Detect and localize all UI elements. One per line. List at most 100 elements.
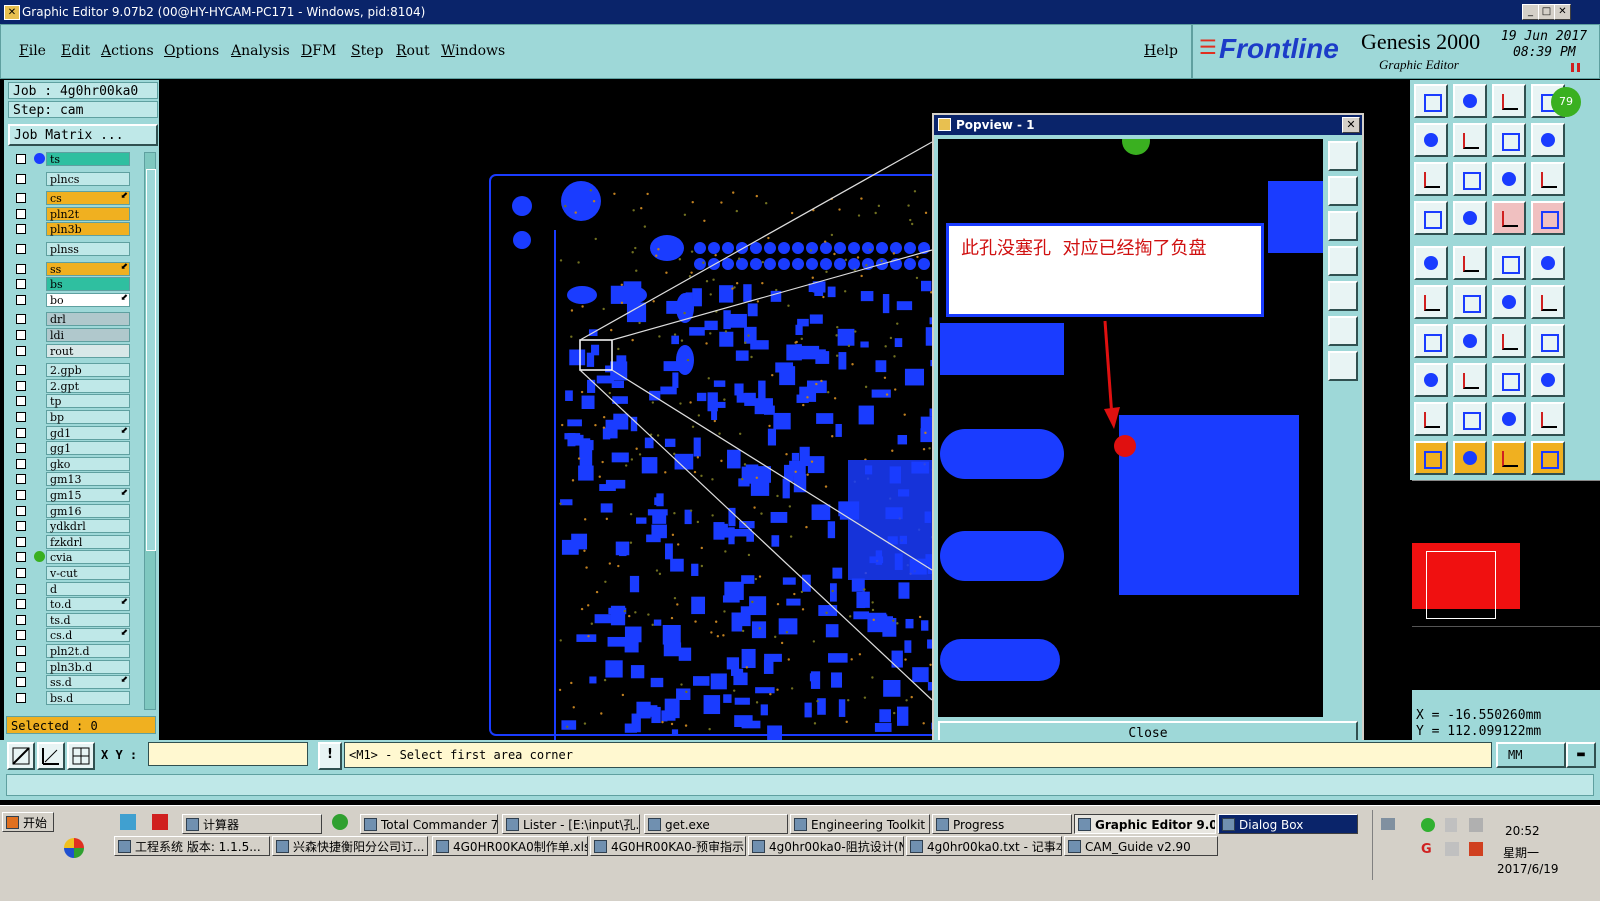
layer-row[interactable]: gko	[12, 456, 130, 471]
drill-icon[interactable]	[1531, 246, 1565, 280]
layer-row[interactable]: rout	[12, 343, 130, 358]
volume-icon[interactable]	[1445, 842, 1459, 856]
layer-checkbox[interactable]	[16, 427, 26, 438]
layer-row[interactable]: tp	[12, 394, 130, 409]
slash-icon[interactable]	[1453, 324, 1487, 358]
taskbar-button[interactable]: Lister - [E:\input\孔...	[502, 814, 640, 834]
layer-checkbox[interactable]	[16, 314, 26, 325]
layer-row[interactable]: pln3b	[12, 222, 130, 237]
taskbar-button[interactable]: 兴森快捷衡阳分公司订...	[272, 836, 428, 856]
layer-checkbox[interactable]	[16, 458, 26, 469]
shape-icon[interactable]	[1531, 402, 1565, 436]
layer-row[interactable]: ss ⬋	[12, 261, 130, 276]
layer-name[interactable]: gg1	[46, 441, 130, 456]
pv-pan-icon[interactable]	[1328, 351, 1358, 381]
menu-analysis[interactable]: Analysis	[231, 43, 290, 59]
zoom-fit-icon[interactable]	[1492, 123, 1526, 157]
layer-checkbox[interactable]	[16, 365, 26, 376]
taskbar-button[interactable]: Engineering Toolkit 9....	[790, 814, 930, 834]
window-right-icon[interactable]	[1453, 123, 1487, 157]
tray-antivirus-icon[interactable]	[1469, 842, 1483, 856]
layer-tool-icon[interactable]	[1414, 201, 1448, 235]
layer-row[interactable]: gd1 ⬋	[12, 425, 130, 440]
layer-name[interactable]: 2.gpb	[46, 363, 130, 378]
resize-icon[interactable]	[1531, 285, 1565, 319]
clock-time[interactable]: 20:52	[1505, 824, 1540, 838]
layer-row[interactable]: ss.d ⬋	[12, 675, 130, 690]
layer-row[interactable]: pln2t.d	[12, 644, 130, 658]
layer-row[interactable]: gm15 ⬋	[12, 488, 130, 502]
snap-icon[interactable]	[7, 742, 35, 770]
popview-titlebar[interactable]: Popview - 1 ✕	[934, 115, 1362, 135]
keyboard-icon[interactable]	[1381, 818, 1395, 830]
layer-name[interactable]: pln2t.d	[46, 644, 130, 658]
layer-name[interactable]: pln3b.d	[46, 659, 130, 674]
overview-map[interactable]	[1412, 480, 1600, 691]
menu-rout[interactable]: Rout	[396, 43, 430, 59]
layer-row[interactable]: bp	[12, 410, 130, 424]
layer-checkbox[interactable]	[16, 263, 26, 274]
layer-checkbox[interactable]	[16, 443, 26, 454]
popview-canvas[interactable]: 此孔没塞孔 对应已经掏了负盘	[938, 139, 1323, 717]
layer-checkbox[interactable]	[16, 630, 26, 641]
pv-left-icon[interactable]	[1328, 246, 1358, 276]
home-icon[interactable]	[1492, 84, 1526, 118]
grid-tool-icon[interactable]	[1453, 201, 1487, 235]
layer-checkbox[interactable]	[16, 490, 26, 500]
layer-name[interactable]: pln2t	[46, 206, 130, 221]
layer-row[interactable]: to.d ⬋	[12, 597, 130, 612]
tray-green-icon[interactable]	[1421, 818, 1435, 832]
layer-row[interactable]: pln2t	[12, 206, 130, 221]
ratio-icon[interactable]	[1492, 162, 1526, 196]
menu-edit[interactable]: Edit	[61, 43, 90, 59]
maximize-button[interactable]: □	[1538, 4, 1555, 20]
scrollbar-thumb[interactable]	[146, 169, 156, 551]
red-filter-icon[interactable]	[1492, 201, 1526, 235]
arc-icon[interactable]	[1492, 402, 1526, 436]
layer-row[interactable]: gg1	[12, 441, 130, 456]
layer-checkbox[interactable]	[16, 412, 26, 422]
pv-up-icon[interactable]	[1328, 176, 1358, 206]
window-titlebar[interactable]: ✕ Graphic Editor 9.07b2 (00@HY-HYCAM-PC1…	[0, 0, 1600, 24]
line-icon[interactable]	[1414, 324, 1448, 358]
taskbar-button[interactable]: 4G0HR00KA0制作单.xls ...	[432, 836, 588, 856]
windows-orb-icon[interactable]	[64, 838, 84, 858]
quicklaunch-folder-icon[interactable]	[120, 814, 136, 830]
tray-g-icon[interactable]: G	[1421, 842, 1435, 857]
layer-checkbox[interactable]	[16, 614, 26, 625]
move-pad-icon[interactable]	[1492, 285, 1526, 319]
layer-name[interactable]: gm16	[46, 503, 130, 518]
quicklaunch-pdf-icon[interactable]	[152, 814, 168, 830]
layer-name[interactable]: bo	[46, 292, 130, 307]
layer-checkbox[interactable]	[16, 345, 26, 356]
layer-checkbox[interactable]	[16, 224, 26, 235]
layer-checkbox[interactable]	[16, 330, 26, 340]
copy-icon[interactable]	[1531, 324, 1565, 358]
layer-row[interactable]: gm13	[12, 472, 130, 487]
layer-checkbox[interactable]	[16, 244, 26, 254]
layer-row[interactable]: plnss	[12, 242, 130, 256]
layer-name[interactable]: d	[46, 581, 130, 596]
quicklaunch-ie-icon[interactable]	[332, 814, 348, 830]
menu-help[interactable]: Help	[1144, 43, 1178, 59]
polygon-icon[interactable]	[1453, 402, 1487, 436]
taskbar-button[interactable]: get.exe	[644, 814, 788, 834]
layer-row[interactable]: fzkdrl	[12, 534, 130, 549]
taskbar-button[interactable]: 计算器	[182, 814, 322, 834]
layer-name[interactable]: pln3b	[46, 222, 130, 237]
close-window-button[interactable]: ✕	[1554, 4, 1571, 20]
snap-pointer-icon[interactable]	[1492, 441, 1526, 475]
route-icon[interactable]	[1453, 246, 1487, 280]
layer-checkbox[interactable]	[16, 552, 26, 563]
move-icon[interactable]	[1453, 162, 1487, 196]
layer-checkbox[interactable]	[16, 505, 26, 516]
layer-row[interactable]: drl	[12, 312, 130, 327]
xy-input[interactable]	[148, 742, 308, 766]
notification-badge[interactable]: 79	[1551, 87, 1581, 117]
taskbar-button[interactable]: 4g0hr00ka0.txt - 记事本	[906, 836, 1062, 856]
layer-row[interactable]: pln3b.d	[12, 659, 130, 674]
tray-clipboard-icon[interactable]	[1445, 818, 1457, 832]
scale-icon[interactable]	[1492, 363, 1526, 397]
layer-checkbox[interactable]	[16, 380, 26, 391]
layer-name[interactable]: ts	[46, 152, 130, 166]
